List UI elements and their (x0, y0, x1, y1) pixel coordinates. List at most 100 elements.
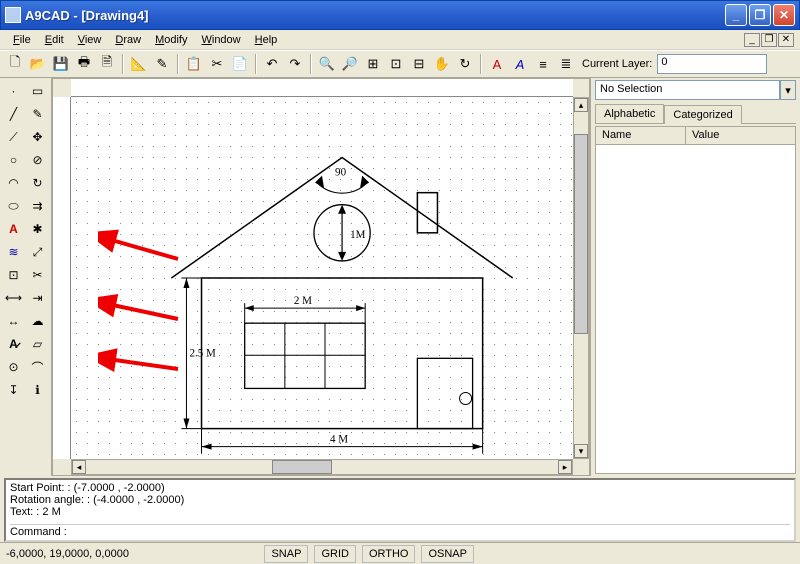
dim-angle-tool[interactable]: A̷ (2, 333, 25, 355)
zoom-in-button[interactable]: 🔍 (316, 53, 338, 75)
mdi-minimize-button[interactable]: _ (744, 33, 760, 47)
titlebar: A9CAD - [Drawing4] _ ❐ ✕ (0, 0, 800, 30)
mdi-close-button[interactable]: ✕ (778, 33, 794, 47)
dim-angle-label: 90 (335, 167, 347, 179)
text-style-button[interactable]: A (486, 53, 508, 75)
command-input[interactable]: Command : (10, 524, 790, 538)
command-console[interactable]: Start Point: : (-7.0000 , -2.0000) Rotat… (4, 478, 796, 542)
image-tool[interactable]: ⊡ (2, 264, 25, 286)
ellipse-tool[interactable]: ⬭ (2, 195, 25, 217)
pan-button[interactable]: ✋ (431, 53, 453, 75)
layer-label: Current Layer: (582, 58, 652, 70)
rotate-tool[interactable]: ↻ (26, 172, 49, 194)
text-tool[interactable]: A (2, 218, 25, 240)
menu-edit[interactable]: Edit (38, 32, 71, 48)
rect-tool[interactable]: ▭ (26, 80, 49, 102)
console-line: Text: : 2 M (10, 506, 790, 518)
layers-button[interactable]: ≡ (532, 53, 554, 75)
dim-aligned-tool[interactable]: ↔ (2, 310, 25, 332)
cut-button[interactable]: ✂ (206, 53, 228, 75)
redo-button[interactable]: ↷ (284, 53, 306, 75)
menu-draw[interactable]: Draw (108, 32, 148, 48)
paste-button[interactable]: 📄 (229, 53, 251, 75)
point-tool[interactable]: · (2, 80, 25, 102)
dist-button[interactable]: 📐 (128, 53, 150, 75)
scroll-left-arrow[interactable]: ◂ (72, 460, 86, 474)
console-line: Start Point: : (-7.0000 , -2.0000) (10, 482, 790, 494)
menu-window[interactable]: Window (194, 32, 247, 48)
move-tool[interactable]: ✥ (26, 126, 49, 148)
dim-style-button[interactable]: A (509, 53, 531, 75)
menu-modify[interactable]: Modify (148, 32, 194, 48)
console-line: Rotation angle: : (-4.0000 , -2.0000) (10, 494, 790, 506)
erase-tool[interactable]: ✎ (26, 103, 49, 125)
maximize-button[interactable]: ❐ (749, 4, 771, 26)
match-button[interactable]: ✎ (151, 53, 173, 75)
dim-ord-tool[interactable]: ↧ (2, 379, 25, 401)
dim-linear-tool[interactable]: ⟷ (2, 287, 25, 309)
print-button[interactable]: 🖶 (73, 53, 95, 75)
statusbar: -6,0000, 19,0000, 0,0000 SNAP GRID ORTHO… (0, 542, 800, 564)
tab-alphabetic[interactable]: Alphabetic (595, 104, 664, 123)
scrollbar-vertical[interactable]: ▴ ▾ (573, 97, 589, 459)
selection-combobox[interactable]: No Selection (595, 80, 780, 100)
mirror-tool[interactable]: ▱ (26, 333, 49, 355)
scroll-up-arrow[interactable]: ▴ (574, 98, 588, 112)
zoom-extents-button[interactable]: ⊡ (385, 53, 407, 75)
entity-info-tool[interactable]: ℹ (26, 379, 49, 401)
scroll-v-thumb[interactable] (574, 134, 588, 334)
polyline-tool[interactable]: ⟋ (2, 126, 25, 148)
trim-tool[interactable]: ✂ (26, 264, 49, 286)
zoom-window-button[interactable]: ⊞ (362, 53, 384, 75)
open-button[interactable]: 📂 (27, 53, 49, 75)
hatch-tool[interactable]: ≋ (2, 241, 25, 263)
left-toolbox: · ▭ ╱ ✎ ⟋ ✥ ○ ⊘ ◠ ↻ ⬭ ⇉ A ✱ ≋ ⤢ ⊡ ✂ ⟷ ⇥ … (0, 78, 52, 476)
offset-tool[interactable]: ⇉ (26, 195, 49, 217)
zoom-out-button[interactable]: 🔎 (339, 53, 361, 75)
ruler-vertical (53, 97, 71, 459)
dim-radial-tool[interactable]: ⊙ (2, 356, 25, 378)
window-title: A9CAD - [Drawing4] (25, 8, 725, 23)
ruler-horizontal (71, 79, 573, 97)
arc-tool[interactable]: ◠ (2, 172, 25, 194)
copy-button[interactable]: 📋 (183, 53, 205, 75)
dim-height-label: 2.5 M (189, 347, 216, 359)
menu-file[interactable]: File (6, 32, 38, 48)
main-toolbar: 🗋 📂 💾 🖶 🗎 📐 ✎ 📋 ✂ 📄 ↶ ↷ 🔍 🔎 ⊞ ⊡ ⊟ ✋ ↻ A … (0, 50, 800, 78)
scroll-down-arrow[interactable]: ▾ (574, 444, 588, 458)
zoom-prev-button[interactable]: ⊟ (408, 53, 430, 75)
minimize-button[interactable]: _ (725, 4, 747, 26)
line-tool[interactable]: ╱ (2, 103, 25, 125)
extend-tool[interactable]: ⇥ (26, 287, 49, 309)
scale-tool[interactable]: ⤢ (26, 241, 49, 263)
scroll-h-thumb[interactable] (272, 460, 332, 474)
explode-tool[interactable]: ✱ (26, 218, 49, 240)
mdi-restore-button[interactable]: ❐ (761, 33, 777, 47)
new-button[interactable]: 🗋 (4, 53, 26, 75)
cloud-tool[interactable]: ☁ (26, 310, 49, 332)
dim-window-label: 2 M (294, 295, 312, 307)
app-icon (5, 7, 21, 23)
close-button[interactable]: ✕ (773, 4, 795, 26)
selection-dropdown-button[interactable]: ▾ (780, 80, 796, 100)
console-log: Start Point: : (-7.0000 , -2.0000) Rotat… (10, 482, 790, 524)
fillet-tool[interactable]: ⌒ (26, 356, 49, 378)
save-button[interactable]: 💾 (50, 53, 72, 75)
print-preview-button[interactable]: 🗎 (96, 53, 118, 75)
scrollbar-horizontal[interactable]: ◂ ▸ (71, 459, 573, 475)
canvas[interactable]: 1M 90 2 M (71, 97, 573, 459)
tab-categorized[interactable]: Categorized (664, 105, 741, 124)
layer-combobox[interactable]: 0 (657, 54, 767, 74)
menu-help[interactable]: Help (248, 32, 285, 48)
circle-tool[interactable]: ○ (2, 149, 25, 171)
col-name[interactable]: Name (596, 127, 686, 144)
menu-view[interactable]: View (71, 32, 109, 48)
linetype-button[interactable]: ≣ (555, 53, 577, 75)
undo-button[interactable]: ↶ (261, 53, 283, 75)
properties-grid[interactable]: Name Value (595, 126, 796, 474)
redraw-button[interactable]: ↻ (454, 53, 476, 75)
drawing-area[interactable]: 1M 90 2 M (52, 78, 590, 476)
scroll-right-arrow[interactable]: ▸ (558, 460, 572, 474)
break-tool[interactable]: ⊘ (26, 149, 49, 171)
col-value[interactable]: Value (686, 127, 725, 144)
